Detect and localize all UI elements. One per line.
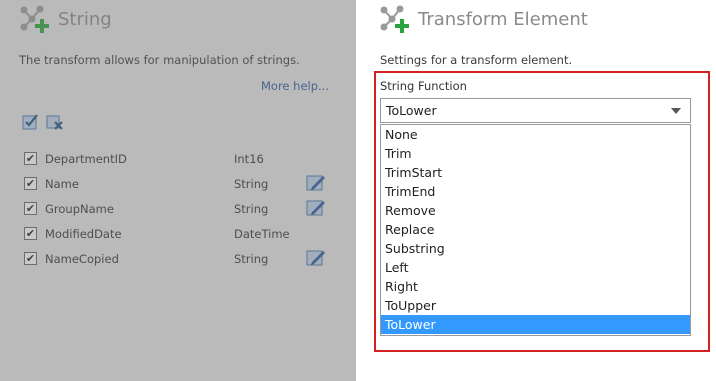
field-row: ✔ DepartmentID Int16	[24, 146, 334, 171]
panel-title: Transform Element	[418, 8, 588, 30]
field-name: NameCopied	[45, 251, 119, 266]
option-remove[interactable]: Remove	[381, 201, 690, 220]
panel-header: String	[18, 2, 112, 36]
option-trimstart[interactable]: TrimStart	[381, 163, 690, 182]
option-toupper[interactable]: ToUpper	[381, 296, 690, 315]
field-checkbox[interactable]: ✔	[24, 202, 37, 215]
panel-title: String	[58, 8, 112, 30]
field-name: GroupName	[45, 201, 114, 216]
option-none[interactable]: None	[381, 125, 690, 144]
more-help-link[interactable]: More help...	[261, 79, 329, 93]
field-checkbox[interactable]: ✔	[24, 177, 37, 190]
bulk-actions	[22, 112, 64, 130]
check-all-icon[interactable]	[22, 112, 40, 130]
field-type: String	[234, 251, 269, 266]
field-name: Name	[45, 176, 79, 191]
option-left[interactable]: Left	[381, 258, 690, 277]
panel-header: Transform Element	[378, 2, 588, 36]
option-tolower[interactable]: ToLower	[381, 315, 690, 334]
field-row: ✔ NameCopied String	[24, 246, 334, 271]
option-right[interactable]: Right	[381, 277, 690, 296]
field-checkbox[interactable]: ✔	[24, 152, 37, 165]
field-checkbox[interactable]: ✔	[24, 227, 37, 240]
option-trimend[interactable]: TrimEnd	[381, 182, 690, 201]
option-replace[interactable]: Replace	[381, 220, 690, 239]
field-name: ModifiedDate	[45, 226, 122, 241]
string-function-label: String Function	[380, 79, 467, 93]
string-function-select[interactable]: ToLower	[380, 98, 691, 123]
transform-element-panel: Transform Element Settings for a transfo…	[356, 0, 716, 381]
field-row: ✔ ModifiedDate DateTime	[24, 221, 334, 246]
field-row: ✔ GroupName String	[24, 196, 334, 221]
field-type: String	[234, 201, 269, 216]
field-row: ✔ Name String	[24, 171, 334, 196]
edit-field-icon[interactable]	[306, 249, 326, 267]
field-type: Int16	[234, 151, 264, 166]
string-function-options: None Trim TrimStart TrimEnd Remove Repla…	[380, 124, 691, 336]
string-transform-panel: String The transform allows for manipula…	[0, 0, 356, 381]
uncheck-all-icon[interactable]	[46, 112, 64, 130]
field-checkbox[interactable]: ✔	[24, 252, 37, 265]
option-trim[interactable]: Trim	[381, 144, 690, 163]
transform-plus-icon	[20, 5, 49, 33]
selected-value: ToLower	[386, 103, 437, 118]
field-name: DepartmentID	[45, 151, 127, 166]
chevron-down-icon	[671, 108, 681, 114]
edit-field-icon[interactable]	[306, 199, 326, 217]
transform-plus-icon	[380, 5, 409, 33]
edit-field-icon[interactable]	[306, 174, 326, 192]
panel-description: The transform allows for manipulation of…	[19, 53, 300, 67]
field-type: DateTime	[234, 226, 290, 241]
option-substring[interactable]: Substring	[381, 239, 690, 258]
field-type: String	[234, 176, 269, 191]
field-list: ✔ DepartmentID Int16 ✔ Name String ✔ Gro…	[24, 146, 334, 271]
panel-description: Settings for a transform element.	[380, 53, 573, 67]
